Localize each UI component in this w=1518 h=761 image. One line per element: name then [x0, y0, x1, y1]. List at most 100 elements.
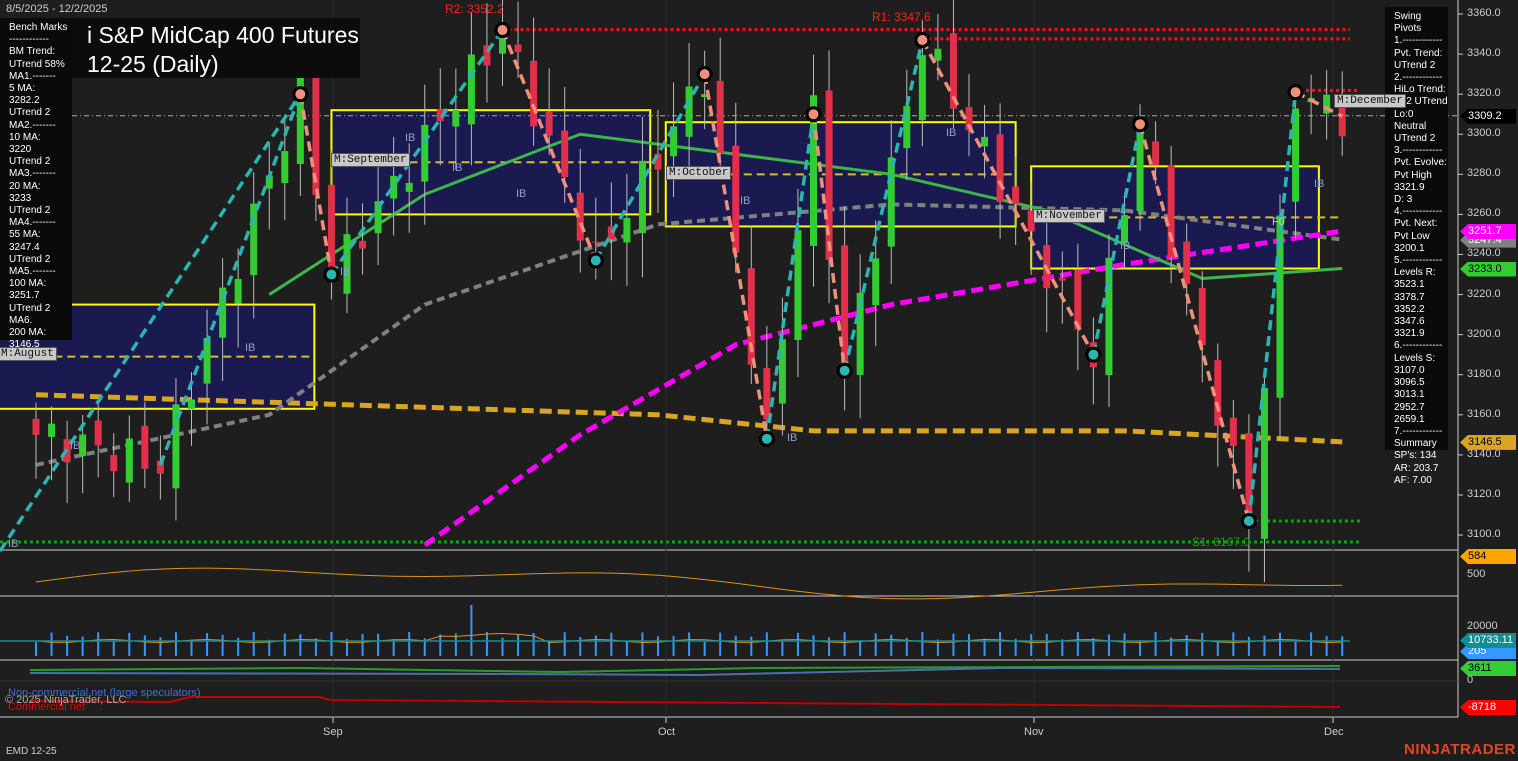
price-tick: 3220.0 — [1467, 287, 1501, 300]
month-label-september: M:September — [331, 153, 410, 167]
pivot-dot — [590, 255, 601, 266]
panel-line: D: 3 — [1394, 194, 1413, 206]
month-label-november: M:November — [1033, 209, 1106, 223]
r1-label: R1: 3347.6 — [872, 10, 931, 24]
panel-line: Swing Pivots — [1394, 11, 1422, 35]
chart-title: i S&P MidCap 400 Futures — [87, 22, 359, 48]
panel-line: 3247.4 — [9, 241, 40, 253]
panel-line: 1.------------ — [1394, 35, 1443, 47]
panel-line: UTrend 2 — [9, 302, 51, 314]
panel-line: 200 MA: — [9, 327, 47, 339]
candle-body — [872, 258, 880, 306]
indicator2-value-flag: 10733.11 — [1460, 633, 1516, 648]
candle-body — [530, 60, 538, 127]
panel-line: 3321.9 — [1394, 328, 1425, 340]
price-tick: 3120.0 — [1467, 487, 1501, 500]
panel-line: UTrend 2 — [9, 107, 51, 119]
candle-body — [1229, 417, 1237, 446]
panel-line: 7.------------ — [1394, 425, 1443, 437]
panel-line: MA6. — [9, 314, 33, 326]
cot-zero-tick: 0 — [1467, 674, 1474, 686]
candle-body — [1121, 215, 1128, 243]
panel-line: 3378.7 — [1394, 291, 1425, 303]
candle-body — [250, 203, 258, 276]
panel-line: 3096.5 — [1394, 377, 1425, 389]
ib-label: IB — [405, 132, 416, 144]
panel-line: 10 MA: — [9, 131, 41, 143]
ib-label: IB — [70, 440, 81, 452]
pivot-dot — [699, 69, 710, 80]
panel-line: 3233 — [9, 192, 32, 204]
x-label-sep: Sep — [323, 726, 343, 738]
pivot-dot — [295, 89, 306, 100]
indicator1-tick: 500 — [1467, 568, 1486, 580]
candle-body — [405, 182, 413, 192]
panel-line: 2659.1 — [1394, 413, 1425, 425]
panel-line: AR: 203.7 — [1394, 462, 1439, 474]
panel-line: MA5.------- — [9, 266, 56, 278]
candle-body — [763, 368, 771, 420]
ib-label: IB — [245, 342, 256, 354]
price-tick: 3320.0 — [1467, 87, 1501, 100]
pivot-dot — [1088, 349, 1099, 360]
price-tick: 3200.0 — [1467, 327, 1501, 340]
price-chart[interactable] — [0, 0, 1518, 761]
ib-label: IB — [1314, 178, 1325, 190]
price-tick: 3300.0 — [1467, 127, 1501, 140]
price-flag: 3251.7 — [1460, 224, 1516, 240]
price-tick: 3180.0 — [1467, 367, 1501, 380]
price-flag: 3233.0 — [1460, 261, 1516, 277]
panel-line: SP's: 134 — [1394, 450, 1437, 462]
panel-line: Pvt. Trend: — [1394, 47, 1443, 59]
candle-body — [94, 420, 102, 446]
panel-line: UTrend 2 — [1394, 133, 1436, 145]
ib-label: IB — [340, 266, 351, 278]
panel-line: 3352.2 — [1394, 303, 1425, 315]
swing-pivots-panel: Swing Pivots 1.------------ Pvt. Trend: UTr… — [1385, 7, 1448, 486]
panel-line: UTrend 2 — [9, 156, 51, 168]
date-range: 8/5/2025 - 12/2/2025 — [6, 3, 108, 15]
panel-line: MA3.------- — [9, 168, 56, 180]
candle-body — [778, 339, 786, 404]
panel-line: 4.------------ — [1394, 206, 1443, 218]
panel-line: Lo:0 Neutral — [1394, 108, 1427, 132]
panel-line: 3107.0 — [1394, 364, 1425, 376]
panel-line: Pvt High — [1394, 169, 1432, 181]
pivot-dot — [917, 35, 928, 46]
ib-label: IB — [740, 195, 751, 207]
month-label-august: M:August — [0, 347, 57, 361]
candle-body — [514, 44, 522, 53]
panel-line: BM Trend: — [9, 46, 56, 58]
candle-body — [32, 418, 40, 435]
panel-line: AF: 7.00 — [1394, 474, 1432, 486]
panel-line: UTrend 2 — [9, 205, 51, 217]
candle-body — [545, 111, 553, 136]
price-tick: 3340.0 — [1467, 47, 1501, 60]
candle-body — [48, 423, 56, 437]
candle-body — [1167, 165, 1175, 258]
price-tick: 3160.0 — [1467, 407, 1501, 420]
panel-line: 20 MA: — [9, 180, 41, 192]
r2-label: R2: 3352.2 — [445, 2, 504, 16]
ib-label: IB — [946, 127, 957, 139]
ib-label: IB — [8, 538, 19, 550]
month-label-october: M:October — [666, 166, 732, 180]
panel-line: 6.------------ — [1394, 340, 1443, 352]
ib-label: IB — [516, 188, 527, 200]
ib-label: IB — [1120, 240, 1131, 252]
pivot-dot — [1135, 119, 1146, 130]
panel-line: 3523.1 — [1394, 279, 1425, 291]
price-tick: 3260.0 — [1467, 207, 1501, 220]
price-flag: 3309.2 — [1460, 108, 1516, 124]
candle-body — [234, 278, 242, 304]
candle-body — [110, 455, 118, 472]
panel-line: 2952.7 — [1394, 401, 1425, 413]
instrument-label: EMD 12-25 — [6, 746, 57, 757]
candle-body — [1152, 141, 1160, 166]
indicator1-value-flag: 584 — [1460, 549, 1516, 564]
candle-body — [421, 124, 429, 182]
month-label-december: M:December — [1334, 94, 1407, 108]
x-label-nov: Nov — [1024, 726, 1044, 738]
candle-body — [467, 54, 475, 125]
pivot-dot — [808, 109, 819, 120]
